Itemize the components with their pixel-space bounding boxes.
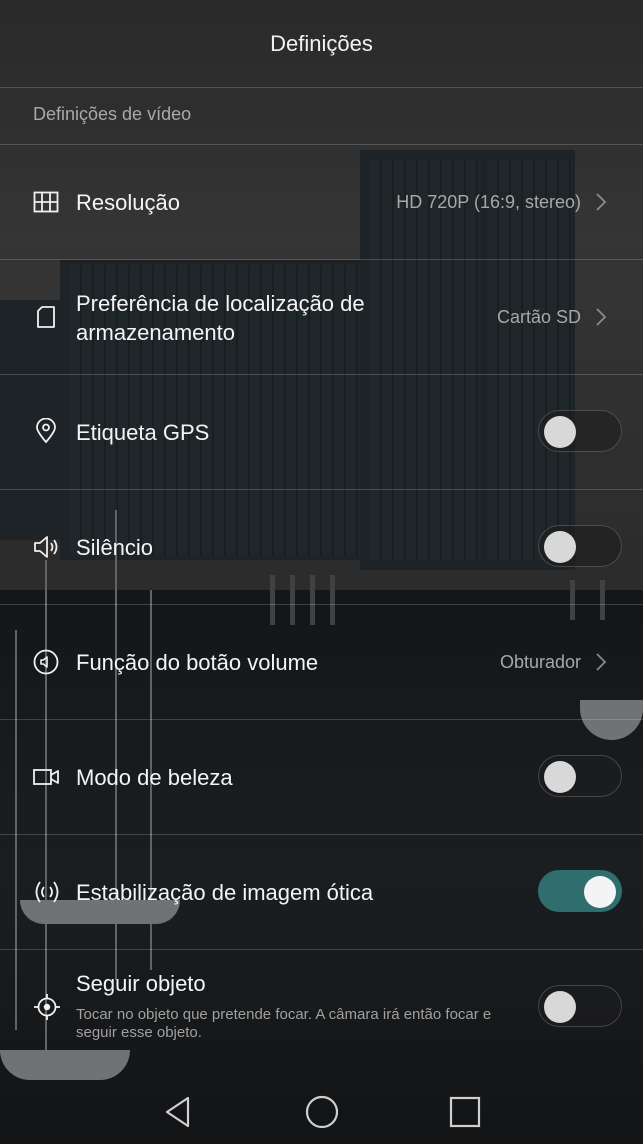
home-icon[interactable] <box>302 1092 342 1132</box>
speaker-icon <box>34 536 58 558</box>
setting-optical-stabilization[interactable]: Estabilização de imagem ótica <box>0 835 643 949</box>
video-camera-icon <box>33 769 59 785</box>
setting-label: Seguir objeto <box>76 971 206 996</box>
stabilization-icon <box>35 881 59 903</box>
chevron-right-icon <box>596 653 607 671</box>
setting-label: Estabilização de imagem ótica <box>76 880 374 905</box>
volume-circle-icon <box>33 649 59 675</box>
target-icon <box>34 994 60 1020</box>
setting-resolution[interactable]: Resolução HD 720P (16:9, stereo) <box>0 145 643 259</box>
gps-tag-toggle[interactable] <box>538 410 622 452</box>
beauty-mode-toggle[interactable] <box>538 755 622 797</box>
toggle-knob <box>544 761 576 793</box>
toggle-knob <box>544 531 576 563</box>
setting-track-object[interactable]: Seguir objeto Tocar no objeto que preten… <box>0 950 643 1060</box>
setting-value: Obturador <box>499 652 581 672</box>
grid-icon <box>33 191 59 213</box>
chevron-right-icon <box>596 308 607 326</box>
setting-label: Etiqueta GPS <box>76 420 210 445</box>
setting-gps-tag[interactable]: Etiqueta GPS <box>0 375 643 489</box>
setting-value: Cartão SD <box>496 307 581 327</box>
track-object-toggle[interactable] <box>538 985 622 1027</box>
mute-toggle[interactable] <box>538 525 622 567</box>
setting-label: Modo de beleza <box>76 765 233 790</box>
location-pin-icon <box>36 418 56 444</box>
chevron-right-icon <box>596 193 607 211</box>
page-title: Definições <box>270 30 373 56</box>
setting-volume-button-function[interactable]: Função do botão volume Obturador <box>0 605 643 719</box>
setting-label: Resolução <box>76 190 180 215</box>
toggle-knob <box>544 991 576 1023</box>
setting-mute[interactable]: Silêncio <box>0 490 643 604</box>
sd-card-icon <box>37 306 55 328</box>
setting-label: Função do botão volume <box>76 650 319 675</box>
toggle-knob <box>584 876 616 908</box>
app-header: Definições <box>0 0 643 87</box>
setting-description: Tocar no objeto que pretende focar. A câ… <box>76 1006 492 1041</box>
setting-beauty-mode[interactable]: Modo de beleza <box>0 720 643 834</box>
header-divider <box>0 87 643 88</box>
optical-stabilization-toggle[interactable] <box>538 870 622 912</box>
setting-label: Preferência de localização de armazename… <box>76 291 365 345</box>
toggle-knob <box>544 416 576 448</box>
setting-storage-location[interactable]: Preferência de localização de armazename… <box>0 260 643 374</box>
back-icon[interactable] <box>158 1092 198 1132</box>
recents-icon[interactable] <box>445 1092 485 1132</box>
setting-label: Silêncio <box>76 535 154 560</box>
section-title: Definições de vídeo <box>33 104 192 124</box>
setting-value: HD 720P (16:9, stereo) <box>396 192 581 212</box>
navigation-bar <box>0 1080 643 1144</box>
